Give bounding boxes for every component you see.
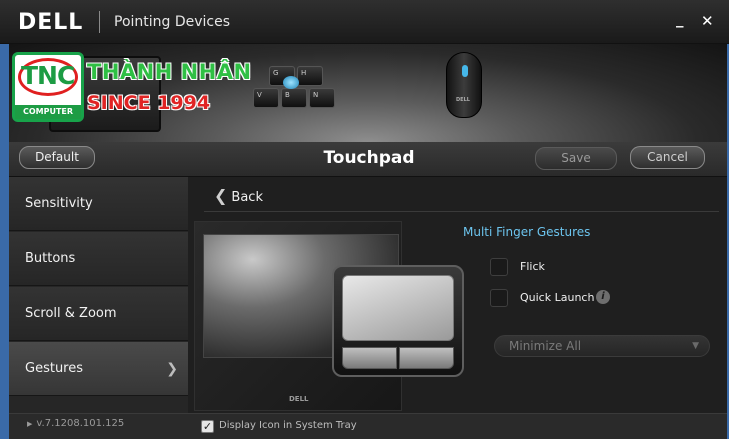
dell-logo: DELL [18,10,84,35]
sidebar-item-scroll-zoom[interactable]: Scroll & Zoom [9,287,188,341]
tnc-logo: TNC COMPUTER [12,52,84,122]
brand-since-watermark: SINCE 1994 [87,92,211,114]
save-button[interactable]: Save [535,147,617,170]
device-banner: TNC COMPUTER THÀNH NHÂN SINCE 1994 G H V… [9,44,727,142]
mouse-wheel [462,65,468,77]
status-bar: ▶ v.7.1208.101.125 ✓ Display Icon in Syst… [9,413,727,439]
brand-name-watermark: THÀNH NHÂN [87,60,252,84]
main-content: ❮ Back DELL Multi Finger Gestures Flick Q… [188,177,727,413]
touchpad-right-button [399,347,454,369]
version-info[interactable]: ▶ v.7.1208.101.125 [27,418,124,429]
key-h: H [297,66,323,86]
touchpad-surface [342,275,454,341]
keyboard-device-image: G H V B N [239,66,349,118]
back-button[interactable]: ❮ Back [214,186,263,205]
app-window: DELL Pointing Devices _ ✕ TNC COMPUTER T… [0,0,729,439]
quick-launch-checkbox[interactable] [490,289,508,307]
flick-checkbox[interactable] [490,258,508,276]
sidebar-item-gestures[interactable]: Gestures ❯ [9,342,188,396]
key-b: B [281,88,307,108]
sidebar-item-label: Scroll & Zoom [25,306,117,321]
pointing-stick-icon [283,76,299,89]
page-title: Touchpad [323,148,415,168]
expand-arrow-icon: ▶ [27,420,33,428]
content-divider [204,211,719,212]
sidebar-item-label: Sensitivity [25,196,93,211]
tnc-logo-subtitle: COMPUTER [15,105,81,119]
action-select-value: Minimize All [509,339,582,353]
chevron-right-icon: ❯ [166,361,178,377]
title-separator [99,11,100,33]
cancel-button[interactable]: Cancel [630,146,705,169]
section-title: Multi Finger Gestures [463,225,591,239]
sidebar-item-label: Gestures [25,361,84,376]
minimize-button[interactable]: _ [676,10,684,28]
sidebar-item-buttons[interactable]: Buttons [9,232,188,286]
window-title: Pointing Devices [114,14,231,30]
key-v: V [253,88,279,108]
system-tray-checkbox[interactable]: ✓ [201,420,214,433]
chevron-down-icon: ▼ [692,341,699,351]
quick-launch-label: Quick Launch [520,291,595,304]
laptop-preview-logo: DELL [289,395,309,403]
version-label: v.7.1208.101.125 [36,418,125,429]
sidebar-item-sensitivity[interactable]: Sensitivity [9,177,188,231]
mouse-device-image: DELL [446,52,482,118]
default-button[interactable]: Default [19,146,95,169]
mouse-logo: DELL [456,97,470,103]
close-button[interactable]: ✕ [701,12,714,30]
sidebar-item-label: Buttons [25,251,76,266]
system-tray-label: Display Icon in System Tray [219,420,357,431]
sidebar: Sensitivity Buttons Scroll & Zoom Gestur… [9,177,188,413]
flick-label: Flick [520,260,545,273]
info-icon[interactable]: i [596,290,610,304]
touchpad-illustration [332,265,464,377]
touchpad-left-button [342,347,397,369]
title-bar: DELL Pointing Devices _ ✕ [0,0,729,44]
key-n: N [309,88,335,108]
action-select[interactable]: Minimize All ▼ [494,335,710,357]
tnc-logo-text: TNC [21,61,75,90]
back-label: Back [231,190,263,205]
toolbar: Default Touchpad Save Cancel [9,142,727,177]
chevron-left-icon: ❮ [214,186,228,205]
